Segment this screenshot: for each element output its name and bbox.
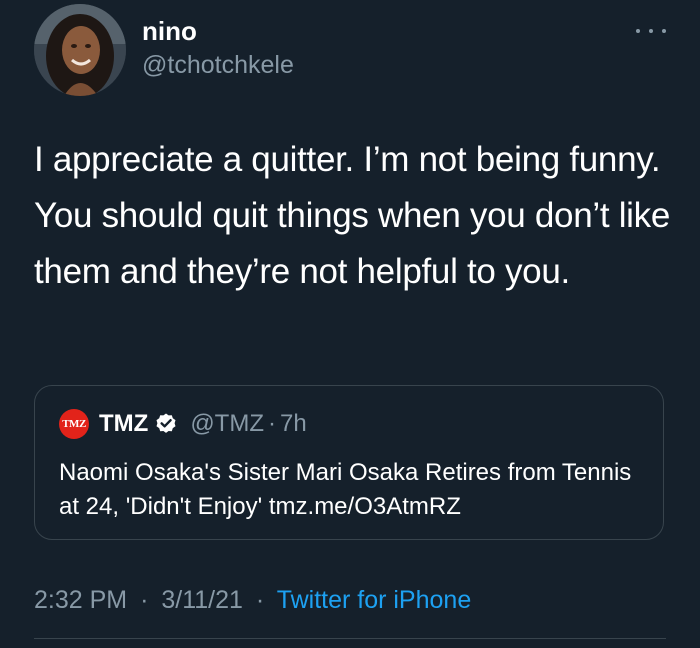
author-display-name[interactable]: nino [142, 16, 197, 46]
quoted-timestamp[interactable]: 7h [280, 410, 307, 438]
tweet-source-link[interactable]: Twitter for iPhone [277, 586, 472, 614]
avatar-image [34, 4, 126, 96]
quoted-tweet-header: TMZ TMZ @TMZ · 7h [59, 408, 307, 440]
tweet-time[interactable]: 2:32 PM [34, 586, 127, 614]
tweet-detail: nino @tchotchkele I appreciate a quitter… [0, 0, 700, 648]
tweet-text: I appreciate a quitter. I’m not being fu… [34, 140, 671, 291]
tweet-date[interactable]: 3/11/21 [161, 586, 243, 614]
meta-separator: · [255, 586, 265, 614]
tweet-metadata: 2:32 PM · 3/11/21 · Twitter for iPhone [34, 584, 471, 616]
tmz-logo-icon: TMZ [59, 409, 89, 439]
avatar[interactable] [34, 4, 126, 96]
quoted-tweet-text: Naomi Osaka's Sister Mari Osaka Retires … [59, 459, 632, 520]
more-options-button[interactable] [636, 24, 666, 38]
meta-separator: · [140, 586, 149, 614]
quoted-tweet-card[interactable]: TMZ TMZ @TMZ · 7h Naomi Osaka's Sister M… [34, 385, 664, 540]
author-handle[interactable]: @tchotchkele [142, 50, 294, 80]
quoted-author-name: TMZ [99, 410, 149, 437]
more-horizontal-icon-dot [649, 29, 653, 33]
verified-badge-icon [156, 413, 176, 433]
more-horizontal-icon [636, 29, 640, 33]
more-horizontal-icon-dot [662, 29, 666, 33]
quoted-author-handle: @TMZ [190, 410, 264, 437]
quoted-separator: · [268, 410, 276, 437]
divider [34, 638, 666, 639]
